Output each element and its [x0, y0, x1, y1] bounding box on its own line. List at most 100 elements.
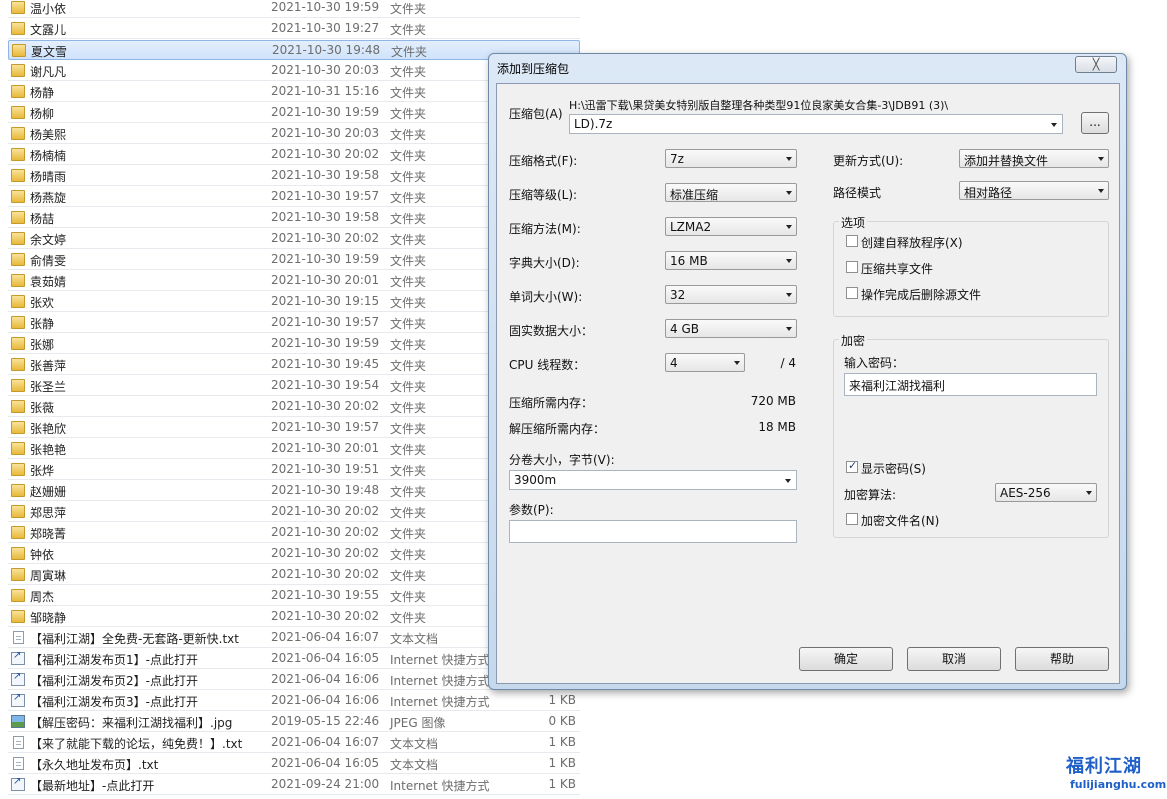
file-type: Internet 快捷方式 — [390, 674, 490, 688]
file-type: 文件夹 — [390, 296, 427, 310]
file-date: 2021-10-30 19:54 — [271, 378, 380, 392]
password-label: 输入密码： — [844, 356, 905, 370]
file-name: 杨喆 — [30, 212, 55, 226]
file-row[interactable]: 【解压密码：来福利江湖找福利】.jpg 2019-05-15 22:46 JPEG … — [8, 712, 580, 732]
file-name: 【解压密码：来福利江湖找福利】.jpg — [30, 716, 233, 730]
file-date: 2021-10-30 19:59 — [271, 105, 380, 119]
file-name: 【福利江湖】全免费-无套路-更新快.txt — [30, 632, 239, 646]
file-name: 【福利江湖发布页2】-点此打开 — [30, 674, 198, 688]
encrypt-names-label: 加密文件名(N) — [861, 514, 940, 528]
volume-combo[interactable]: 3900m — [509, 470, 797, 490]
format-select[interactable]: 7z — [665, 149, 797, 168]
file-name: 张薇 — [30, 401, 55, 415]
folder-icon — [11, 526, 25, 539]
file-name: 杨静 — [30, 86, 55, 100]
option-checkbox[interactable] — [846, 287, 858, 299]
encryption-method-select[interactable]: AES-256 — [995, 483, 1097, 502]
folder-icon — [11, 127, 25, 140]
folder-icon — [11, 22, 25, 35]
text-file-icon — [13, 631, 24, 644]
cancel-button[interactable]: 取消 — [907, 647, 1001, 671]
password-input[interactable]: 来福利江湖找福利 — [844, 373, 1097, 396]
browse-button[interactable]: ... — [1081, 112, 1109, 134]
ok-button[interactable]: 确定 — [799, 647, 893, 671]
file-name: 袁茹婧 — [30, 275, 67, 289]
file-type: JPEG 图像 — [390, 716, 446, 730]
params-input[interactable] — [509, 520, 797, 543]
file-size: 1 KB — [548, 735, 576, 749]
folder-icon — [11, 85, 25, 98]
file-name: 张善萍 — [30, 359, 67, 373]
file-date: 2021-10-30 20:03 — [271, 63, 380, 77]
file-date: 2019-05-15 22:46 — [271, 714, 380, 728]
update-select[interactable]: 添加并替换文件 — [959, 149, 1109, 168]
file-name: 张娜 — [30, 338, 55, 352]
text-file-icon — [13, 736, 24, 749]
file-name: 【福利江湖发布页1】-点此打开 — [30, 653, 198, 667]
path-mode-select[interactable]: 相对路径 — [959, 181, 1109, 200]
threads-max: / 4 — [780, 356, 797, 370]
threads-select[interactable]: 4 — [665, 353, 745, 372]
file-type: 文件夹 — [390, 548, 427, 562]
file-date: 2021-06-04 16:06 — [271, 672, 380, 686]
file-type: 文件夹 — [390, 212, 427, 226]
path-mode-label: 路径模式 — [833, 186, 882, 200]
file-type: 文件夹 — [390, 65, 427, 79]
shortcut-icon — [11, 776, 25, 791]
chevron-down-icon — [786, 293, 792, 297]
file-date: 2021-10-30 19:48 — [271, 483, 380, 497]
file-name: 张艳欣 — [30, 422, 67, 436]
file-row[interactable]: 【福利江湖发布页3】-点此打开 2021-06-04 16:06 Internet … — [8, 691, 580, 711]
file-date: 2021-10-30 19:59 — [271, 252, 380, 266]
folder-icon — [11, 442, 25, 455]
chevron-down-icon — [786, 225, 792, 229]
encrypt-names-checkbox[interactable] — [846, 513, 858, 525]
chevron-down-icon — [785, 479, 791, 483]
file-row[interactable]: 文露儿 2021-10-30 19:27 文件夹 — [8, 19, 580, 39]
show-password-checkbox[interactable] — [846, 459, 858, 473]
file-name: 谢凡凡 — [30, 65, 67, 79]
file-date: 2021-10-30 20:02 — [271, 504, 380, 518]
help-button[interactable]: 帮助 — [1015, 647, 1109, 671]
options-group-title: 选项 — [839, 214, 868, 231]
shortcut-icon — [11, 671, 25, 686]
watermark-text: 福利江湖 — [1066, 756, 1142, 777]
method-select[interactable]: LZMA2 — [665, 217, 797, 236]
mem-compress-value: 720 MB — [750, 394, 796, 408]
file-date: 2021-10-30 20:02 — [271, 147, 380, 161]
file-row[interactable]: 【永久地址发布页】.txt 2021-06-04 16:05 文本文档 1 KB — [8, 754, 580, 774]
folder-icon — [11, 169, 25, 182]
method-value: LZMA2 — [670, 220, 712, 234]
file-date: 2021-10-30 20:01 — [271, 441, 380, 455]
dict-select[interactable]: 16 MB — [665, 251, 797, 270]
file-row[interactable]: 温小依 2021-10-30 19:59 文件夹 — [8, 0, 580, 18]
option-checkbox[interactable] — [846, 235, 858, 247]
folder-icon — [11, 148, 25, 161]
file-name: 夏文雪 — [31, 45, 68, 59]
file-date: 2021-10-30 19:27 — [271, 21, 380, 35]
file-row[interactable]: 【来了就能下载的论坛，纯免费！】.txt 2021-06-04 16:07 文本文档… — [8, 733, 580, 753]
solid-select[interactable]: 4 GB — [665, 319, 797, 338]
archive-path-combo[interactable]: LD).7z — [569, 114, 1063, 134]
chevron-down-icon — [786, 259, 792, 263]
word-select[interactable]: 32 — [665, 285, 797, 304]
file-row[interactable]: 【最新地址】-点此打开 2021-09-24 21:00 Internet 快捷方式… — [8, 775, 580, 795]
file-size: 1 KB — [548, 777, 576, 791]
level-select[interactable]: 标准压缩 — [665, 183, 797, 202]
file-type: 文件夹 — [390, 254, 427, 268]
file-name: 【福利江湖发布页3】-点此打开 — [30, 695, 198, 709]
file-size: 1 KB — [548, 756, 576, 770]
file-date: 2021-10-30 19:59 — [271, 0, 380, 14]
option-checkbox[interactable] — [846, 261, 858, 273]
close-button[interactable]: ╳ — [1075, 56, 1117, 73]
chevron-down-icon — [734, 361, 740, 365]
file-name: 【最新地址】-点此打开 — [30, 779, 155, 793]
solid-value: 4 GB — [670, 322, 699, 336]
folder-icon — [11, 568, 25, 581]
folder-icon — [11, 211, 25, 224]
shortcut-icon — [11, 692, 25, 707]
level-value: 标准压缩 — [670, 188, 719, 202]
folder-icon — [11, 106, 25, 119]
file-name: 张烨 — [30, 464, 55, 478]
file-type: 文件夹 — [390, 611, 427, 625]
